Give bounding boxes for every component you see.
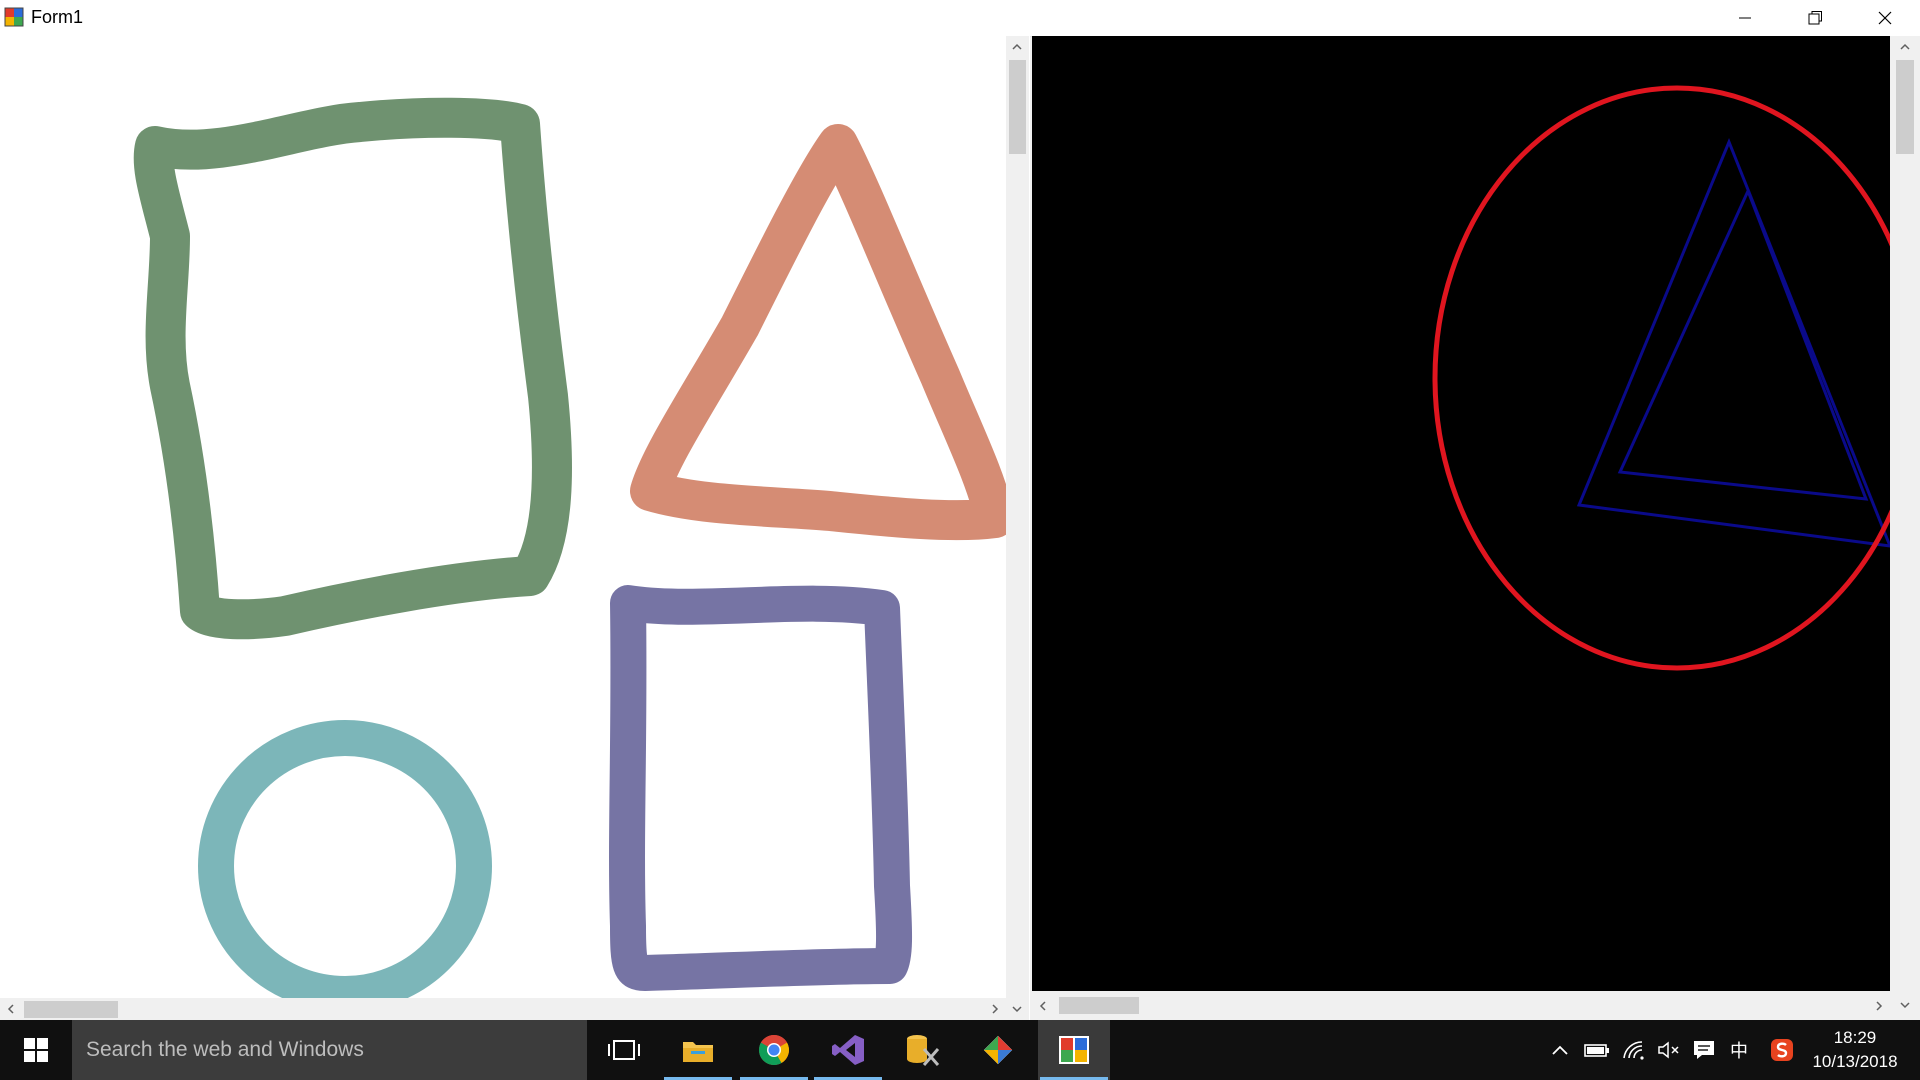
action-center-button[interactable] — [1687, 1020, 1721, 1080]
scroll-right-arrow-icon[interactable] — [984, 998, 1006, 1020]
system-clock[interactable]: 18:29 10/13/2018 — [1790, 1026, 1920, 1074]
git-icon — [983, 1035, 1013, 1065]
scroll-up-arrow-icon[interactable] — [1006, 36, 1028, 58]
right-horizontal-scroll-thumb[interactable] — [1059, 997, 1139, 1014]
input-language-label: 中 — [1730, 1041, 1748, 1061]
network-button[interactable] — [1617, 1020, 1651, 1080]
battery-icon — [1584, 1044, 1609, 1057]
database-tools-icon — [907, 1035, 940, 1066]
input-language-button[interactable]: 中 — [1722, 1020, 1756, 1080]
left-canvas-drawing — [133, 97, 1006, 998]
left-horizontal-scrollbar[interactable] — [0, 998, 1006, 1020]
chrome-button[interactable] — [738, 1020, 810, 1080]
scroll-left-arrow-icon[interactable] — [0, 998, 22, 1020]
show-hidden-icons-button[interactable] — [1545, 1020, 1575, 1080]
volume-muted-icon — [1658, 1041, 1679, 1059]
right-canvas-drawing — [1432, 85, 1890, 671]
restore-icon — [1808, 11, 1822, 25]
minimize-icon — [1739, 17, 1751, 19]
close-icon — [1878, 11, 1892, 25]
purple-rectangle-shape — [609, 585, 913, 991]
file-explorer-icon — [683, 1042, 713, 1062]
taskbar-search-box[interactable]: Search the web and Windows — [72, 1020, 587, 1080]
minimize-button[interactable] — [1710, 0, 1780, 36]
right-drawing-canvas[interactable] — [1032, 36, 1890, 991]
clock-time: 18:29 — [1833, 1028, 1877, 1047]
task-view-icon — [608, 1040, 640, 1060]
start-button[interactable] — [0, 1020, 72, 1080]
title-bar[interactable]: Form1 — [0, 0, 1920, 37]
left-horizontal-scroll-thumb[interactable] — [24, 1001, 118, 1018]
left-drawing-canvas[interactable] — [0, 36, 1006, 998]
right-panel — [1032, 36, 1920, 1020]
task-view-button[interactable] — [588, 1020, 660, 1080]
search-placeholder: Search the web and Windows — [86, 1038, 364, 1061]
restore-button[interactable] — [1780, 0, 1850, 36]
window-title: Form1 — [31, 7, 84, 27]
windows-logo-icon — [24, 1038, 48, 1062]
chevron-up-icon — [1552, 1045, 1568, 1055]
file-explorer-button[interactable] — [662, 1020, 734, 1080]
battery-button[interactable] — [1580, 1020, 1614, 1080]
form1-app-button[interactable] — [1038, 1020, 1110, 1080]
left-panel — [0, 36, 1030, 1020]
notification-icon — [1694, 1041, 1714, 1059]
form-app-icon — [1059, 1036, 1089, 1064]
orange-triangle-shape — [630, 124, 1006, 541]
scroll-down-arrow-icon[interactable] — [1894, 994, 1916, 1016]
chrome-icon — [758, 1034, 790, 1066]
right-vertical-scroll-thumb[interactable] — [1896, 60, 1914, 154]
app-window: Form1 — [0, 0, 1920, 1020]
right-horizontal-scrollbar[interactable] — [1032, 991, 1890, 1020]
green-rectangle-shape — [133, 97, 573, 640]
wifi-icon — [1623, 1041, 1644, 1060]
scroll-down-arrow-icon[interactable] — [1006, 998, 1028, 1020]
visual-studio-icon — [832, 1035, 864, 1065]
app-icon — [4, 7, 24, 27]
volume-button[interactable] — [1652, 1020, 1686, 1080]
teal-circle-shape — [198, 720, 492, 998]
scroll-right-arrow-icon[interactable] — [1868, 995, 1890, 1017]
taskbar: Search the web and Windows 中 18:29 10/13… — [0, 1020, 1920, 1080]
scroll-left-arrow-icon[interactable] — [1032, 995, 1054, 1017]
git-tool-button[interactable] — [962, 1020, 1034, 1080]
inner-triangle-outline — [1617, 187, 1869, 501]
clock-date: 10/13/2018 — [1812, 1052, 1898, 1071]
close-button[interactable] — [1850, 0, 1920, 36]
visual-studio-button[interactable] — [812, 1020, 884, 1080]
left-vertical-scroll-thumb[interactable] — [1009, 60, 1026, 154]
left-vertical-scrollbar[interactable] — [1006, 36, 1029, 1020]
database-tools-button[interactable] — [886, 1020, 958, 1080]
right-vertical-scrollbar[interactable] — [1890, 36, 1920, 1020]
scroll-up-arrow-icon[interactable] — [1894, 36, 1916, 58]
